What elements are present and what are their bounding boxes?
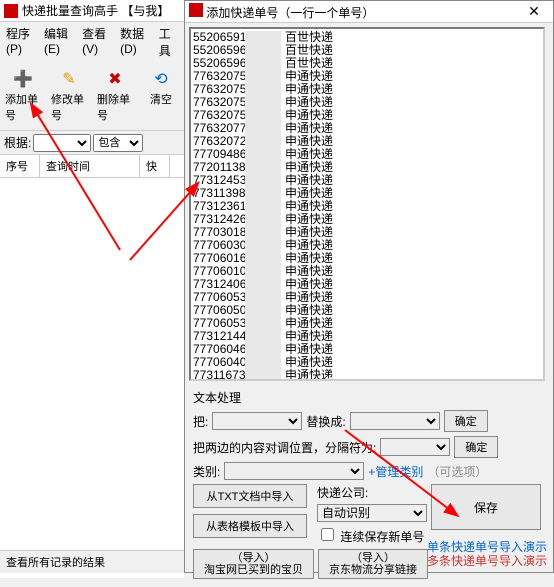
import-jd-button[interactable]: （导入） 京东物流分享链接 (318, 549, 428, 579)
filter-row: 根据: 包含 (0, 131, 184, 155)
main-title: 快递批量查询高手 【与我】 (22, 2, 169, 19)
filter-label: 根据: (4, 134, 31, 151)
table-body (0, 178, 184, 578)
main-titlebar: 快递批量查询高手 【与我】 (0, 0, 184, 22)
menu-data[interactable]: 数据(D) (118, 24, 155, 60)
dialog-titlebar: 添加快递单号（一行一个单号） ✕ (185, 1, 553, 23)
filter-op-select[interactable]: 包含 (93, 134, 143, 152)
text-proc-label: 文本处理 (193, 389, 545, 406)
manage-category-link[interactable]: +管理类别 (368, 463, 423, 480)
replace-to-label: 替换成: (306, 413, 345, 430)
swap-delimiter-input[interactable] (380, 438, 450, 456)
clear-icon: ⟲ (149, 69, 173, 89)
add-button[interactable]: ➕ 添加单号 (2, 66, 44, 126)
courier-select[interactable]: 自动识别 (317, 504, 427, 522)
edit-button[interactable]: ✎ 修改单号 (48, 66, 90, 126)
replace-from-label: 把: (193, 413, 208, 430)
menu-tools[interactable]: 工具 (157, 24, 180, 60)
demo-links: 单条快递单号导入演示 多条快递单号导入演示 (427, 540, 547, 568)
th-time[interactable]: 查询时间 (40, 155, 140, 177)
dialog-app-icon (189, 3, 203, 17)
delete-button[interactable]: ✖ 删除单号 (94, 66, 136, 126)
close-icon[interactable]: ✕ (519, 3, 549, 20)
category-select[interactable] (224, 462, 364, 480)
table-header: 序号 查询时间 快 (0, 155, 184, 178)
dialog-title: 添加快递单号（一行一个单号） (206, 6, 374, 20)
menu-view[interactable]: 查看(V) (80, 24, 116, 60)
replace-confirm-button[interactable]: 确定 (444, 410, 488, 432)
category-label: 类别: (193, 463, 220, 480)
optional-hint: （可选项） (427, 463, 487, 480)
continuous-save-checkbox[interactable]: 连续保存新单号 (317, 525, 427, 545)
menu-edit[interactable]: 编辑(E) (42, 24, 78, 60)
swap-label: 把两边的内容对调位置，分隔符为: (193, 439, 376, 456)
import-taobao-button[interactable]: （导入） 淘宝网已买到的宝贝 (193, 549, 314, 579)
clear-button[interactable]: ⟲ 清空 (140, 66, 182, 126)
toolbar: ➕ 添加单号 ✎ 修改单号 ✖ 删除单号 ⟲ 清空 (0, 62, 184, 131)
courier-label: 快递公司: (317, 486, 368, 500)
main-window: 快递批量查询高手 【与我】 程序(P) 编辑(E) 查看(V) 数据(D) 工具… (0, 0, 185, 573)
tracking-textarea[interactable]: 5520659144百世快递5520659698百世快递5520659693百世… (189, 27, 545, 381)
th-index[interactable]: 序号 (0, 155, 40, 177)
import-template-button[interactable]: 从表格模板中导入 (193, 514, 307, 538)
menu-program[interactable]: 程序(P) (4, 24, 40, 60)
pencil-icon: ✎ (57, 69, 81, 89)
menubar: 程序(P) 编辑(E) 查看(V) 数据(D) 工具 (0, 22, 184, 62)
import-txt-button[interactable]: 从TXT文档中导入 (193, 484, 307, 508)
plus-icon: ➕ (11, 69, 35, 89)
add-dialog: 添加快递单号（一行一个单号） ✕ 5520659144百世快递552065969… (184, 0, 554, 573)
th-courier[interactable]: 快 (140, 155, 170, 177)
replace-to-input[interactable] (350, 412, 440, 430)
app-icon (4, 4, 18, 18)
filter-field-select[interactable] (33, 134, 91, 152)
demo-link-single[interactable]: 单条快递单号导入演示 (427, 540, 547, 554)
save-button[interactable]: 保存 (431, 484, 541, 530)
demo-link-multi[interactable]: 多条快递单号导入演示 (427, 554, 547, 568)
swap-confirm-button[interactable]: 确定 (454, 436, 498, 458)
replace-from-input[interactable] (212, 412, 302, 430)
status-bar: 查看所有记录的结果 (0, 550, 184, 573)
delete-icon: ✖ (103, 69, 127, 89)
